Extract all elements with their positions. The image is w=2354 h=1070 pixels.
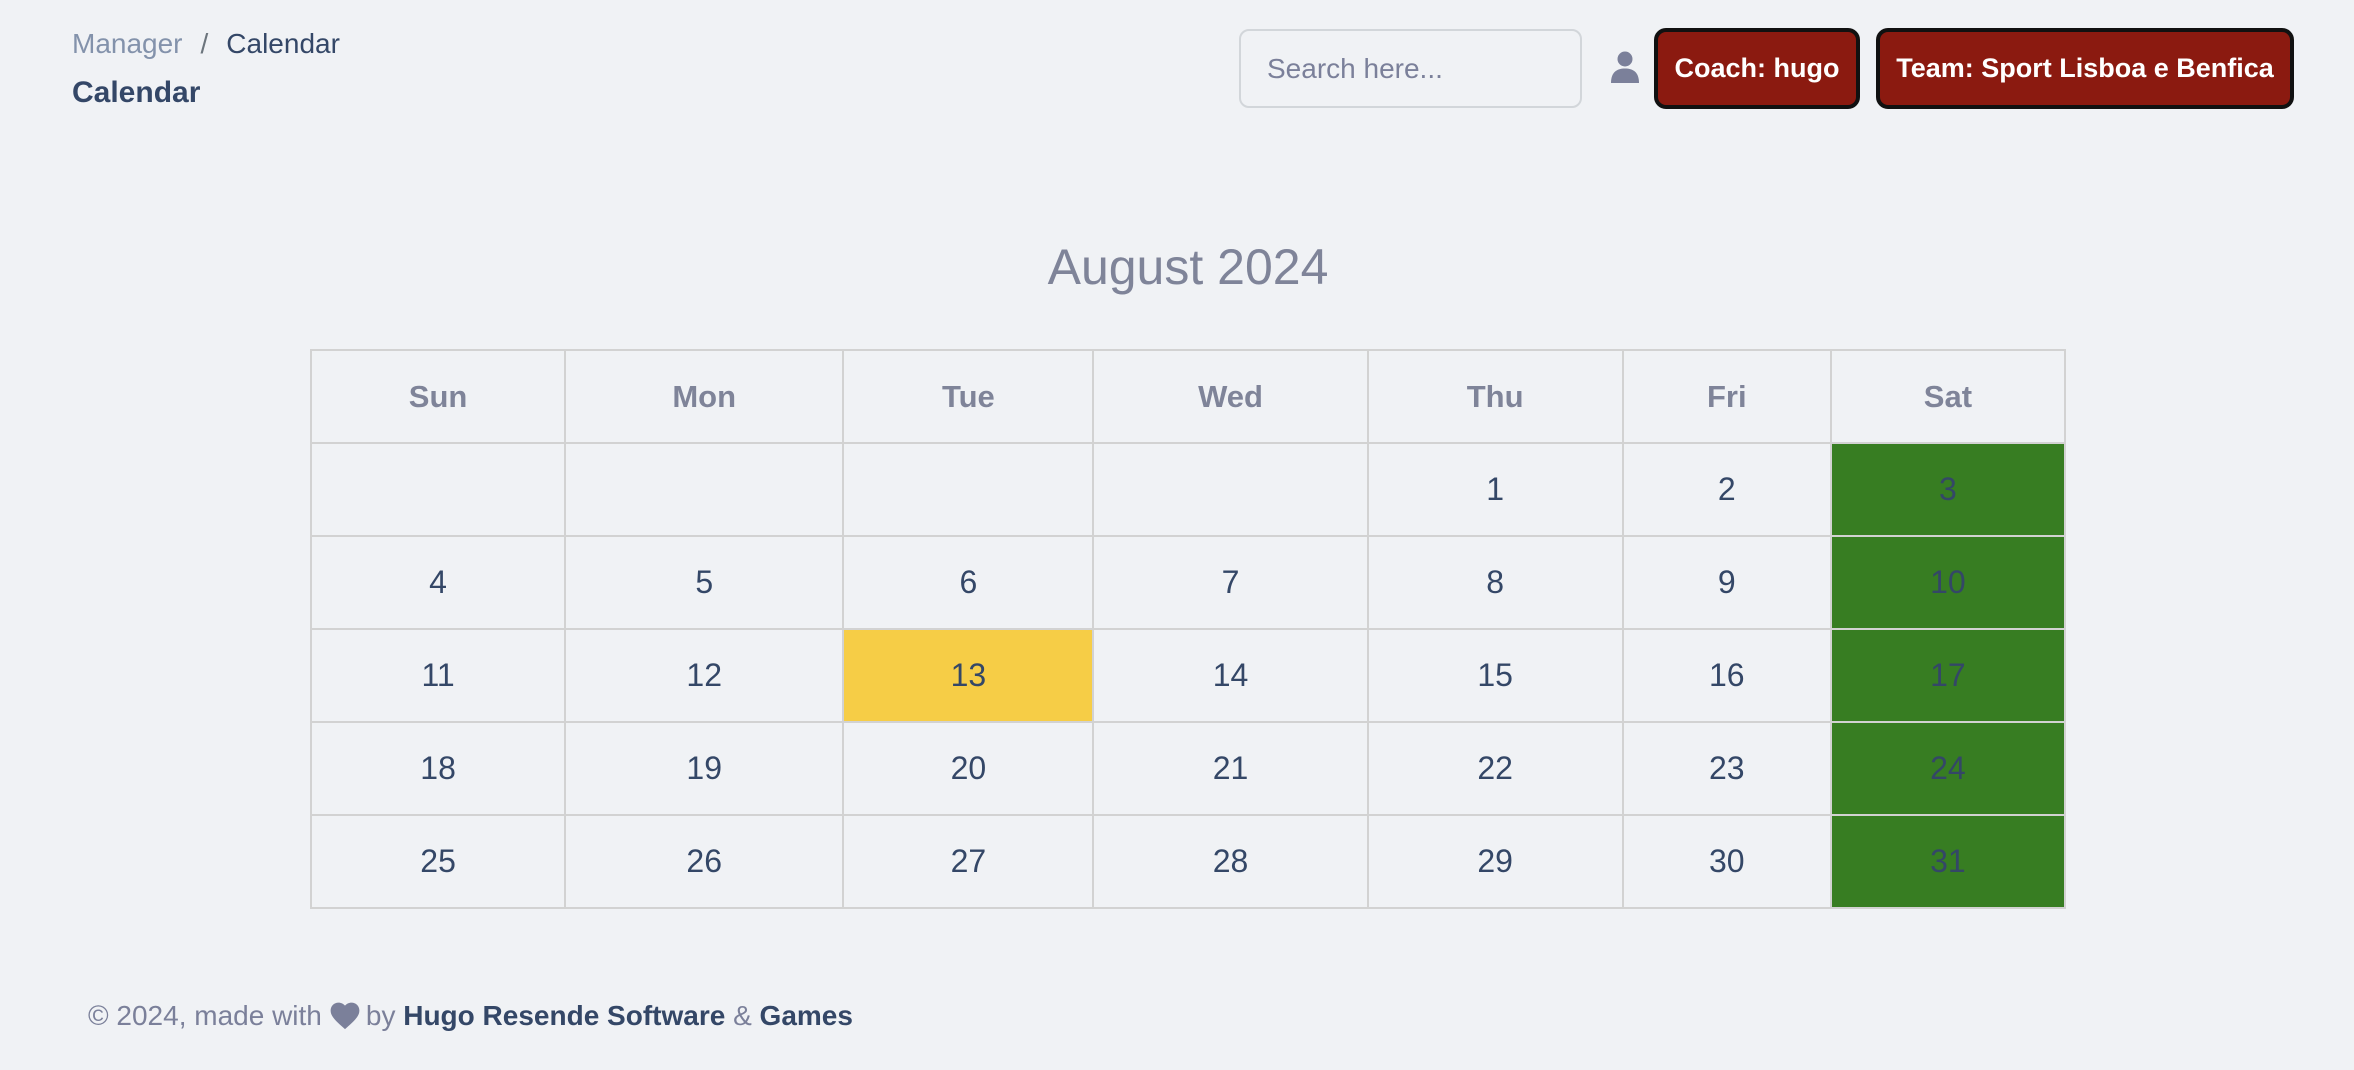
- calendar-grid: Sun Mon Tue Wed Thu Fri Sat 1 2 3 4 5 6 …: [309, 349, 2067, 909]
- calendar-day-cell[interactable]: 18: [309, 721, 567, 816]
- calendar-day-cell-weekend[interactable]: 24: [1829, 721, 2067, 816]
- calendar-day-cell[interactable]: 20: [842, 721, 1095, 816]
- calendar-day-cell-weekend[interactable]: 17: [1829, 628, 2067, 723]
- footer-copyright: © 2024, made with: [88, 1000, 322, 1031]
- weekday-header: Thu: [1366, 349, 1624, 444]
- calendar-weekday-row: Sun Mon Tue Wed Thu Fri Sat: [309, 349, 2067, 444]
- calendar-day-cell[interactable]: 2: [1621, 442, 1832, 537]
- calendar-day-cell[interactable]: 4: [309, 535, 567, 630]
- page: Manager / Calendar Calendar Coach: hugo …: [0, 0, 2354, 1070]
- footer-company-link[interactable]: Hugo Resende Software: [403, 1000, 725, 1032]
- calendar-day-cell[interactable]: 12: [564, 628, 845, 723]
- calendar-day-cell[interactable]: 14: [1092, 628, 1369, 723]
- calendar-day-cell-today[interactable]: 13: [842, 628, 1095, 723]
- calendar-day-cell[interactable]: 16: [1621, 628, 1832, 723]
- breadcrumb-manager-link[interactable]: Manager: [72, 28, 183, 60]
- footer: © 2024, made with by Hugo Resende Softwa…: [88, 1000, 853, 1032]
- footer-games-link[interactable]: Games: [760, 1000, 853, 1032]
- footer-ampersand: &: [733, 1000, 752, 1031]
- calendar-day-cell[interactable]: 23: [1621, 721, 1832, 816]
- team-button[interactable]: Team: Sport Lisboa e Benfica: [1876, 28, 2294, 109]
- breadcrumb-current: Calendar: [226, 28, 340, 59]
- breadcrumb: Manager / Calendar: [72, 28, 340, 60]
- coach-button[interactable]: Coach: hugo: [1654, 28, 1860, 109]
- page-title: Calendar: [72, 76, 201, 109]
- calendar-day-cell[interactable]: 5: [564, 535, 845, 630]
- calendar-day-cell[interactable]: 15: [1366, 628, 1624, 723]
- calendar-day-cell-weekend[interactable]: 10: [1829, 535, 2067, 630]
- calendar-empty-cell: [564, 442, 845, 537]
- calendar-empty-cell: [842, 442, 1095, 537]
- search-input[interactable]: [1239, 29, 1582, 108]
- calendar-week-row: 25 26 27 28 29 30 31: [309, 814, 2067, 909]
- calendar-day-cell-weekend[interactable]: 31: [1829, 814, 2067, 909]
- calendar-day-cell[interactable]: 22: [1366, 721, 1624, 816]
- calendar-week-row: 1 2 3: [309, 442, 2067, 537]
- calendar-day-cell[interactable]: 29: [1366, 814, 1624, 909]
- calendar-day-cell-weekend[interactable]: 3: [1829, 442, 2067, 537]
- calendar-day-cell[interactable]: 6: [842, 535, 1095, 630]
- calendar-week-row: 4 5 6 7 8 9 10: [309, 535, 2067, 630]
- weekday-header: Sun: [309, 349, 567, 444]
- weekday-header: Sat: [1829, 349, 2067, 444]
- calendar-week-row: 11 12 13 14 15 16 17: [309, 628, 2067, 723]
- calendar-month-title: August 2024: [1047, 239, 1329, 295]
- weekday-header: Tue: [842, 349, 1095, 444]
- calendar-week-row: 18 19 20 21 22 23 24: [309, 721, 2067, 816]
- calendar-day-cell[interactable]: 1: [1366, 442, 1624, 537]
- calendar-empty-cell: [309, 442, 567, 537]
- calendar-empty-cell: [1092, 442, 1369, 537]
- calendar-day-cell[interactable]: 19: [564, 721, 845, 816]
- calendar-day-cell[interactable]: 9: [1621, 535, 1832, 630]
- weekday-header: Fri: [1621, 349, 1832, 444]
- calendar-day-cell[interactable]: 27: [842, 814, 1095, 909]
- heart-icon: [330, 1002, 360, 1030]
- footer-by: by: [365, 1000, 396, 1031]
- calendar-day-cell[interactable]: 21: [1092, 721, 1369, 816]
- weekday-header: Wed: [1092, 349, 1369, 444]
- calendar-day-cell[interactable]: 8: [1366, 535, 1624, 630]
- calendar-day-cell[interactable]: 30: [1621, 814, 1832, 909]
- breadcrumb-separator: /: [200, 28, 209, 59]
- calendar-day-cell[interactable]: 28: [1092, 814, 1369, 909]
- calendar-day-cell[interactable]: 7: [1092, 535, 1369, 630]
- weekday-header: Mon: [564, 349, 845, 444]
- user-icon[interactable]: [1610, 51, 1640, 83]
- calendar-day-cell[interactable]: 11: [309, 628, 567, 723]
- calendar-day-cell[interactable]: 26: [564, 814, 845, 909]
- calendar-day-cell[interactable]: 25: [309, 814, 567, 909]
